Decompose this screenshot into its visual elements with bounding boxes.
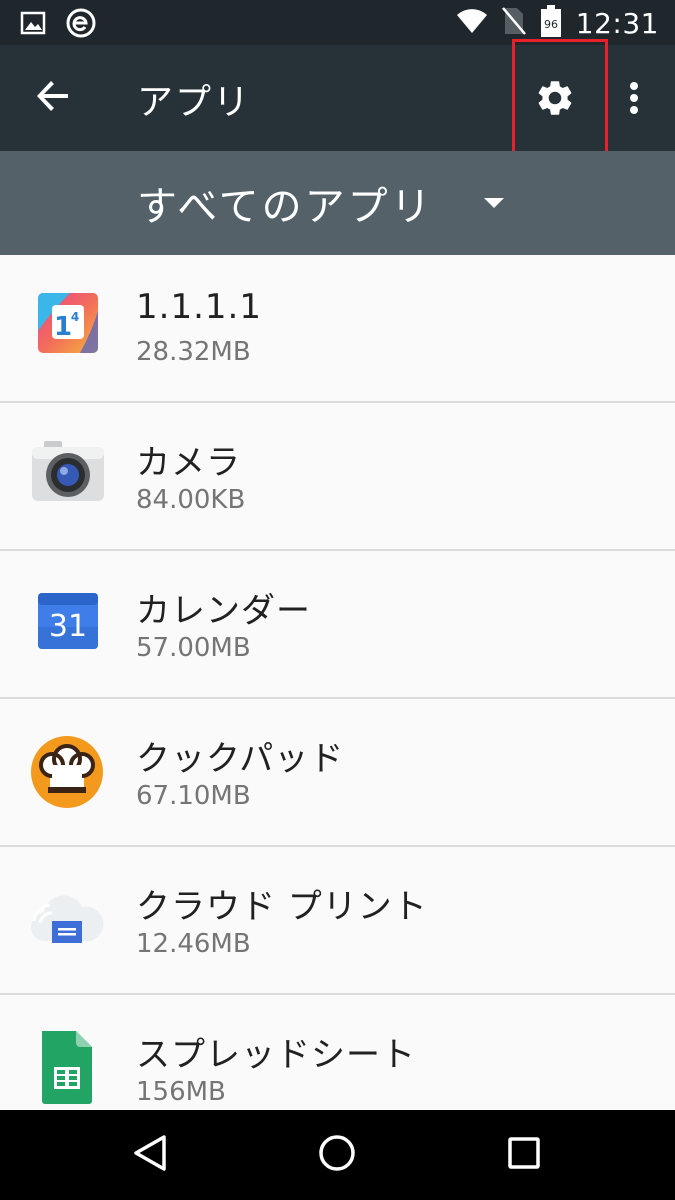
list-item[interactable]: クックパッド 67.10MB	[0, 699, 675, 847]
svg-text:96: 96	[544, 18, 558, 31]
app-size: 84.00KB	[136, 485, 246, 515]
arrow-back-icon	[36, 79, 70, 117]
app-name: 1.1.1.1	[136, 287, 262, 327]
image-notification-icon	[20, 10, 46, 40]
app-name: カレンダー	[136, 591, 311, 631]
e-notification-icon	[66, 8, 96, 42]
more-vert-icon	[628, 81, 640, 119]
app-size: 28.32MB	[136, 337, 251, 367]
page-title: アプリ	[137, 82, 252, 123]
wifi-icon	[456, 7, 488, 39]
back-button[interactable]	[30, 75, 76, 121]
settings-button[interactable]	[528, 73, 582, 127]
app-bar: アプリ	[0, 45, 675, 151]
app-size: 12.46MB	[136, 929, 251, 959]
calendar-app-icon: 31	[30, 587, 104, 661]
svg-text:1: 1	[54, 312, 72, 342]
app-name: カメラ	[136, 443, 241, 483]
list-item[interactable]: カメラ 84.00KB	[0, 403, 675, 551]
app-name: クックパッド	[136, 739, 345, 779]
app-list: 1 4 1.1.1.1 28.32MB カメラ 84.00KB 31 カレンダー…	[0, 255, 675, 1110]
nav-back-button[interactable]	[120, 1128, 180, 1182]
more-options-button[interactable]	[612, 75, 656, 125]
nav-recents-button[interactable]	[494, 1128, 554, 1182]
dropdown-arrow-icon	[483, 198, 504, 208]
cloud-print-app-icon	[30, 883, 104, 957]
cookpad-app-icon	[30, 735, 104, 809]
list-item[interactable]: 1 4 1.1.1.1 28.32MB	[0, 255, 675, 403]
app-name: スプレッドシート	[136, 1035, 416, 1075]
svg-text:4: 4	[71, 310, 79, 324]
svg-text:31: 31	[49, 609, 87, 644]
app-size: 57.00MB	[136, 633, 251, 663]
back-triangle-icon	[132, 1133, 168, 1177]
filter-label: すべてのアプリ	[137, 184, 434, 230]
home-circle-icon	[317, 1133, 357, 1177]
recents-square-icon	[506, 1135, 542, 1175]
list-item[interactable]: 31 カレンダー 57.00MB	[0, 551, 675, 699]
clock: 12:31	[575, 6, 659, 40]
filter-bar: すべてのアプリ	[0, 151, 675, 255]
no-sim-icon	[501, 6, 526, 40]
gear-icon	[534, 77, 576, 123]
list-item[interactable]: クラウド プリント 12.46MB	[0, 847, 675, 995]
status-bar: 96 12:31	[0, 0, 675, 45]
list-item[interactable]: スプレッドシート 156MB	[0, 995, 675, 1110]
camera-app-icon	[30, 439, 104, 513]
navigation-bar	[0, 1110, 675, 1200]
app-size: 67.10MB	[136, 781, 251, 811]
app-size: 156MB	[136, 1077, 226, 1107]
nav-home-button[interactable]	[307, 1128, 367, 1182]
battery-icon: 96	[540, 4, 562, 42]
app-name: クラウド プリント	[136, 887, 428, 927]
app-filter-dropdown[interactable]: すべてのアプリ	[137, 151, 504, 255]
1111-app-icon: 1 4	[30, 291, 104, 365]
sheets-app-icon	[30, 1031, 104, 1105]
